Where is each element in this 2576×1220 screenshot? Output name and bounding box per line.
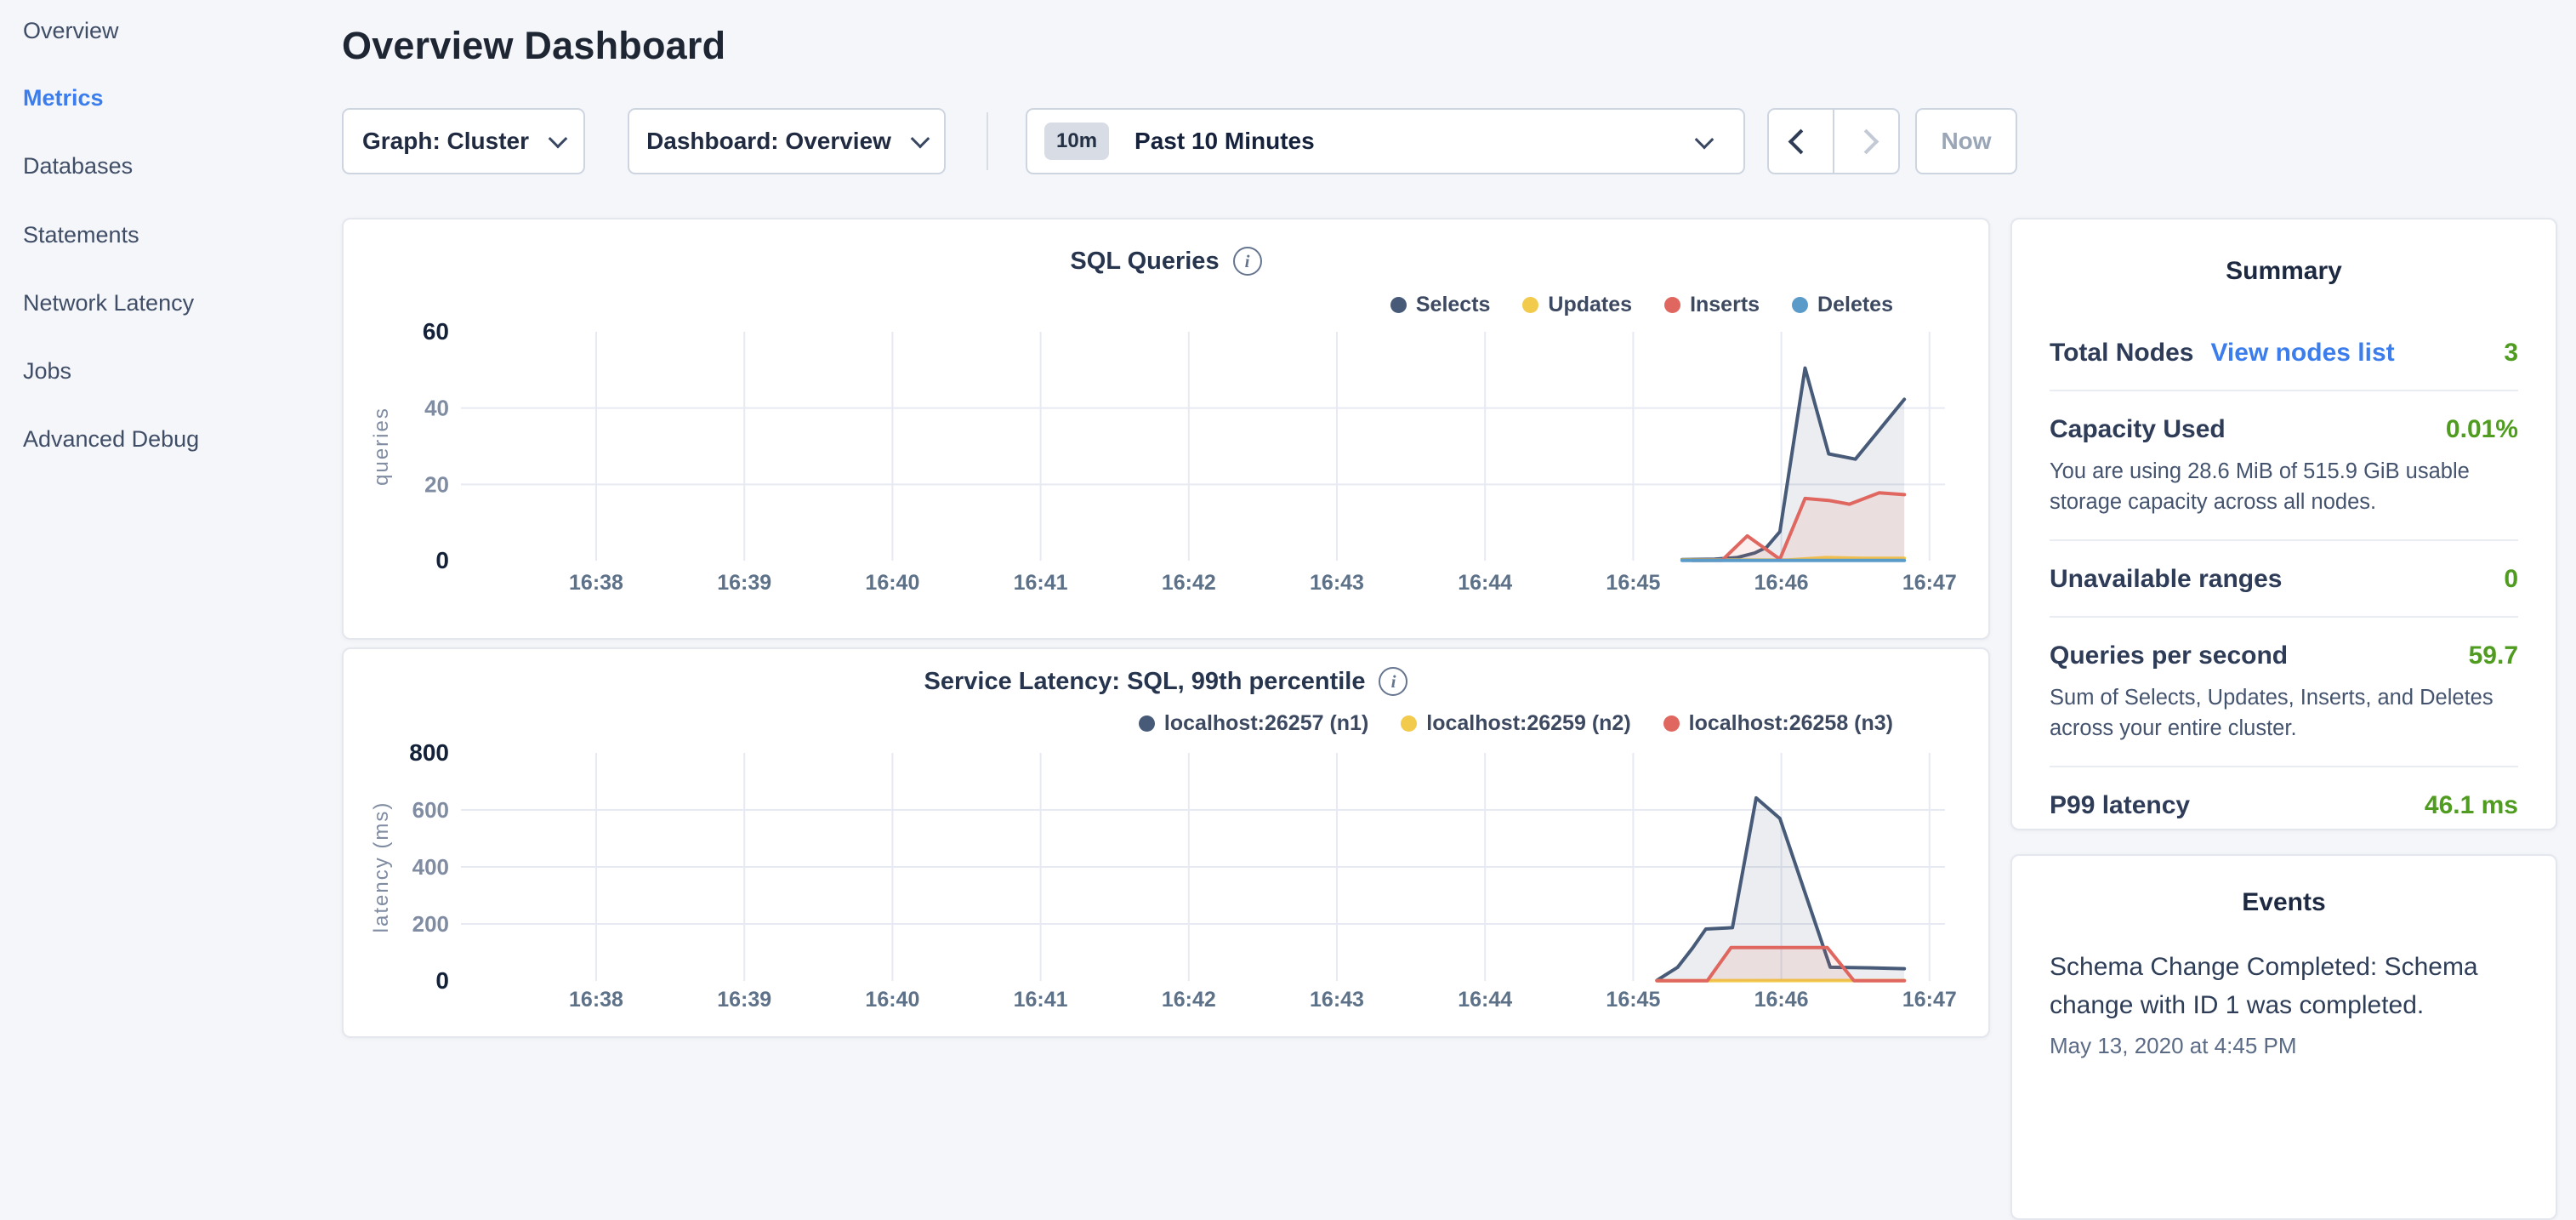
y-tick-label: 0	[435, 547, 449, 573]
dashboard-dropdown-label: Dashboard: Overview	[646, 128, 891, 155]
y-tick-label: 0	[435, 967, 449, 994]
events-panel: Events Schema Change Completed: Schema c…	[2010, 854, 2557, 1220]
x-tick-label: 16:45	[1606, 988, 1660, 1012]
summary-value: 3	[2504, 339, 2518, 368]
summary-subtext: You are using 28.6 MiB of 515.9 GiB usab…	[2050, 456, 2518, 517]
x-tick-label: 16:39	[717, 571, 771, 595]
y-tick-label: 200	[412, 911, 449, 937]
x-tick-label: 16:47	[1902, 988, 1957, 1012]
x-tick-label: 16:45	[1606, 571, 1660, 595]
time-next-button[interactable]	[1833, 110, 1898, 173]
graph-dropdown[interactable]: Graph: Cluster	[342, 108, 585, 174]
x-tick-label: 16:40	[865, 571, 919, 595]
events-title: Events	[2050, 880, 2518, 917]
x-tick-label: 16:41	[1014, 571, 1068, 595]
x-tick-label: 16:38	[569, 988, 623, 1012]
summary-value: 0	[2504, 565, 2518, 594]
chevron-down-icon	[911, 129, 930, 149]
summary-row-line: Unavailable ranges 0	[2050, 565, 2518, 594]
sql-queries-plot: 16:38 16:39 16:40 16:41 16:42 16:43 16:44 16:45…	[344, 219, 1992, 641]
y-tick-label: 20	[424, 471, 449, 497]
sidebar-item-databases[interactable]: Databases	[23, 153, 133, 180]
x-tick-label: 16:47	[1902, 571, 1957, 595]
event-text: Schema Change Completed: Schema change w…	[2050, 948, 2518, 1024]
sidebar-item-network-latency[interactable]: Network Latency	[23, 290, 194, 316]
x-tick-label: 16:42	[1162, 988, 1216, 1012]
summary-value: 59.7	[2469, 641, 2518, 670]
y-tick-label: 400	[412, 854, 449, 880]
events-list: Schema Change Completed: Schema change w…	[2050, 948, 2518, 1059]
time-range-badge: 10m	[1044, 123, 1109, 160]
time-pager	[1767, 108, 1900, 174]
sidebar-item-overview[interactable]: Overview	[23, 18, 119, 44]
summary-row-line: Queries per second 59.7	[2050, 641, 2518, 670]
x-tick-label: 16:43	[1310, 571, 1364, 595]
chevron-left-icon	[1788, 128, 1814, 154]
service-latency-card: Service Latency: SQL, 99th percentileilo…	[342, 647, 1990, 1038]
summary-row-unavailable-ranges: Unavailable ranges 0	[2050, 539, 2518, 616]
dashboard-dropdown[interactable]: Dashboard: Overview	[628, 108, 946, 174]
summary-label: Unavailable ranges	[2050, 565, 2282, 594]
event-item[interactable]: Schema Change Completed: Schema change w…	[2050, 948, 2518, 1059]
summary-row-line: Total Nodes View nodes list 3	[2050, 339, 2518, 368]
chevron-down-icon	[549, 129, 568, 149]
sidebar: Overview Metrics Databases Statements Networ…	[0, 0, 336, 1052]
sql-queries-card: SQL QueriesiSelectsUpdatesInsertsDeletes…	[342, 218, 1990, 640]
y-tick-label: 40	[424, 396, 449, 421]
summary-value: 46.1 ms	[2425, 791, 2518, 820]
sidebar-item-metrics[interactable]: Metrics	[23, 85, 104, 111]
x-tick-label: 16:42	[1162, 571, 1216, 595]
y-axis-title: latency (ms)	[370, 801, 393, 933]
summary-panel: Summary Total Nodes View nodes list 3 Capac…	[2010, 218, 2557, 830]
x-tick-label: 16:40	[865, 988, 919, 1012]
summary-label: Queries per second	[2050, 641, 2288, 670]
y-tick-label: 600	[412, 797, 449, 823]
summary-label: P99 latency	[2050, 791, 2190, 820]
y-axis-title: queries	[370, 407, 393, 486]
x-tick-label: 16:38	[569, 571, 623, 595]
x-tick-label: 16:41	[1014, 988, 1068, 1012]
summary-label: Capacity Used	[2050, 415, 2226, 444]
sidebar-item-jobs[interactable]: Jobs	[23, 358, 71, 385]
summary-title: Summary	[2050, 248, 2518, 286]
sidebar-item-advanced-debug[interactable]: Advanced Debug	[23, 426, 199, 453]
summary-link[interactable]: View nodes list	[2210, 339, 2394, 368]
summary-subtext: Sum of Selects, Updates, Inserts, and De…	[2050, 682, 2518, 744]
summary-value: 0.01%	[2446, 415, 2518, 444]
now-button[interactable]: Now	[1915, 108, 2017, 174]
controls-divider	[987, 112, 988, 170]
summary-row-total-nodes: Total Nodes View nodes list 3	[2050, 315, 2518, 390]
service-latency-sql-99th-percentile-plot: 16:38 16:39 16:40 16:41 16:42 16:43 16:44 16:45…	[344, 649, 1992, 1040]
chevron-down-icon	[1695, 130, 1714, 150]
x-tick-label: 16:46	[1754, 988, 1809, 1012]
summary-row-queries-per-second: Queries per second 59.7 Sum of Selects, Up…	[2050, 616, 2518, 766]
time-prev-button[interactable]	[1769, 110, 1833, 173]
chevron-right-icon	[1854, 128, 1879, 154]
summary-row-capacity-used: Capacity Used 0.01% You are using 28.6 MiB…	[2050, 390, 2518, 539]
summary-label: Total Nodes	[2050, 339, 2193, 368]
y-tick-label: 60	[423, 318, 449, 345]
x-tick-label: 16:44	[1458, 988, 1512, 1012]
graph-dropdown-label: Graph: Cluster	[362, 128, 529, 155]
x-tick-label: 16:44	[1458, 571, 1512, 595]
y-tick-label: 800	[409, 739, 449, 766]
page-title: Overview Dashboard	[342, 24, 725, 68]
sidebar-item-statements[interactable]: Statements	[23, 222, 139, 248]
x-tick-label: 16:39	[717, 988, 771, 1012]
time-range-label: Past 10 Minutes	[1134, 128, 1315, 155]
summary-rows: Total Nodes View nodes list 3 Capacity Used…	[2050, 315, 2518, 842]
time-range-dropdown[interactable]: 10m Past 10 Minutes	[1026, 108, 1745, 174]
x-tick-label: 16:43	[1310, 988, 1364, 1012]
event-timestamp: May 13, 2020 at 4:45 PM	[2050, 1033, 2518, 1059]
summary-row-line: Capacity Used 0.01%	[2050, 415, 2518, 444]
x-tick-label: 16:46	[1754, 571, 1809, 595]
summary-row-p99-latency: P99 latency 46.1 ms	[2050, 766, 2518, 842]
summary-row-line: P99 latency 46.1 ms	[2050, 791, 2518, 820]
